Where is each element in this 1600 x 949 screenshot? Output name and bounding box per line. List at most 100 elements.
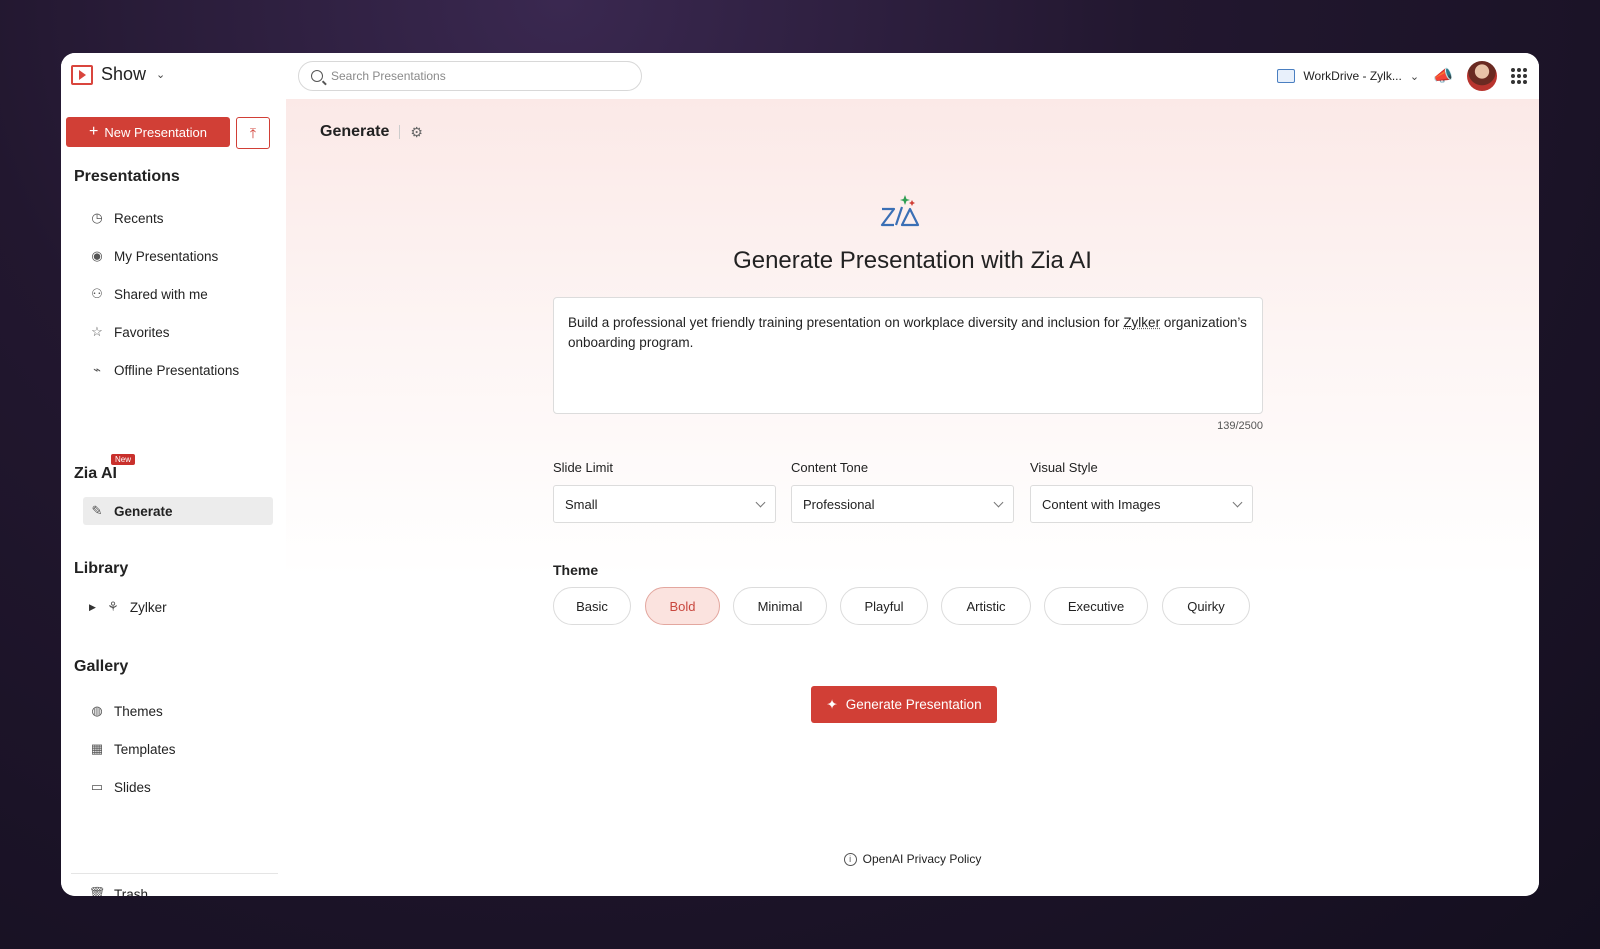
- sidebar-item-generate[interactable]: ✎ Generate: [83, 497, 273, 525]
- new-badge: New: [111, 454, 136, 465]
- sidebar-item-label: Themes: [114, 703, 163, 719]
- sidebar-item-label: Favorites: [114, 324, 170, 340]
- new-presentation-button[interactable]: + New Presentation: [66, 117, 230, 147]
- sidebar-item-templates[interactable]: ▦ Templates: [83, 735, 273, 763]
- gear-icon[interactable]: ⚙: [410, 124, 423, 141]
- chevron-down-icon: [993, 497, 1004, 507]
- show-logo-icon: [71, 64, 93, 85]
- privacy-link-label: OpenAI Privacy Policy: [862, 852, 982, 866]
- workdrive-label: WorkDrive - Zylk...: [1303, 69, 1402, 83]
- sidebar-item-label: Templates: [114, 741, 176, 757]
- chevron-down-icon: ⌄: [156, 69, 166, 81]
- sidebar-item-label: Zylker: [129, 599, 167, 615]
- section-title-gallery: Gallery: [74, 658, 129, 675]
- visual-style-select[interactable]: Content with Images: [1030, 485, 1253, 523]
- plus-icon: +: [89, 123, 99, 140]
- app-switcher[interactable]: Show ⌄: [71, 64, 165, 85]
- sidebar-item-favorites[interactable]: ☆ Favorites: [83, 318, 273, 346]
- workdrive-switcher[interactable]: WorkDrive - Zylk... ⌄: [1277, 69, 1419, 83]
- sidebar-item-label: My Presentations: [114, 248, 219, 264]
- prompt-text: Build a professional yet friendly traini…: [568, 315, 1124, 330]
- upload-icon: ⤒: [249, 124, 257, 141]
- prompt-spellcheck-word: Zylker: [1123, 315, 1161, 330]
- character-counter: 139/2500: [1217, 420, 1263, 432]
- theme-chip-quirky[interactable]: Quirky: [1162, 587, 1250, 625]
- sidebar-item-label: Offline Presentations: [114, 362, 240, 378]
- sidebar-item-trash[interactable]: 🗑 Trash: [83, 880, 273, 896]
- sparkle-icon: ✦: [826, 696, 838, 712]
- generate-presentation-label: Generate Presentation: [845, 697, 982, 712]
- new-presentation-label: New Presentation: [104, 124, 207, 140]
- main-content: Generate ⚙ Generate Presentation with Zi…: [286, 99, 1539, 896]
- section-title-zia-ai: Zia AI: [74, 465, 117, 482]
- workdrive-icon: [1277, 69, 1296, 83]
- avatar[interactable]: [1467, 61, 1497, 91]
- sidebar-divider: [71, 873, 278, 874]
- zia-logo-icon: [880, 195, 920, 227]
- sidebar-item-offline-presentations[interactable]: ⌁ Offline Presentations: [83, 356, 273, 384]
- sidebar-item-label: Trash: [114, 886, 149, 897]
- clock-icon: ◷: [91, 210, 103, 225]
- breadcrumb-separator: [399, 125, 401, 139]
- top-right-actions: WorkDrive - Zylk... ⌄ 📣: [1277, 61, 1527, 91]
- sidebar-item-label: Slides: [114, 779, 151, 795]
- generate-presentation-button[interactable]: ✦ Generate Presentation: [811, 686, 997, 723]
- chevron-down-icon: [755, 497, 766, 507]
- content-tone-value: Professional: [803, 496, 875, 512]
- content-tone-select[interactable]: Professional: [791, 485, 1014, 523]
- slide-limit-select[interactable]: Small: [553, 485, 776, 523]
- search-bar[interactable]: [298, 61, 642, 91]
- theme-chip-artistic[interactable]: Artistic: [941, 587, 1031, 625]
- sidebar: + New Presentation ⤒ Presentations ◷ Rec…: [61, 99, 286, 896]
- page-heading: Generate Presentation with Zia AI: [733, 247, 1092, 274]
- sidebar-item-themes[interactable]: ◍ Themes: [83, 697, 273, 725]
- sidebar-item-recents[interactable]: ◷ Recents: [83, 204, 273, 232]
- organization-icon: ⚘: [107, 599, 119, 614]
- theme-label: Theme: [553, 562, 599, 578]
- user-circle-icon: ◉: [91, 248, 103, 263]
- breadcrumb: Generate ⚙: [320, 123, 423, 141]
- theme-chip-bold[interactable]: Bold: [645, 587, 720, 625]
- theme-chip-playful[interactable]: Playful: [840, 587, 928, 625]
- app-grid-icon[interactable]: [1511, 68, 1527, 84]
- zia-generate-icon: ✎: [91, 503, 103, 518]
- info-icon: i: [843, 852, 857, 866]
- chevron-down-icon: [1232, 497, 1243, 507]
- trash-icon: 🗑: [88, 886, 106, 896]
- sidebar-item-slides[interactable]: ▭ Slides: [83, 773, 273, 801]
- app-name: Show: [101, 64, 147, 84]
- sidebar-item-label: Shared with me: [114, 286, 208, 302]
- search-input[interactable]: [331, 69, 611, 83]
- prompt-textarea[interactable]: Build a professional yet friendly traini…: [553, 297, 1263, 414]
- openai-privacy-link[interactable]: i OpenAI Privacy Policy: [286, 852, 1539, 866]
- sidebar-item-shared-with-me[interactable]: ⚇ Shared with me: [83, 280, 273, 308]
- sidebar-item-label: Recents: [114, 210, 164, 226]
- star-icon: ☆: [91, 324, 103, 339]
- slide-limit-value: Small: [565, 496, 598, 512]
- visual-style-label: Visual Style: [1030, 460, 1098, 475]
- page-title: Generate: [320, 123, 390, 140]
- announcement-icon[interactable]: 📣: [1433, 66, 1453, 86]
- offline-icon: ⌁: [93, 362, 101, 377]
- top-bar: Show ⌄ WorkDrive - Zylk... ⌄ 📣: [61, 53, 1539, 99]
- theme-chip-executive[interactable]: Executive: [1044, 587, 1148, 625]
- visual-style-value: Content with Images: [1042, 496, 1161, 512]
- slides-icon: ▭: [90, 779, 104, 794]
- section-title-library: Library: [74, 560, 129, 577]
- templates-icon: ▦: [90, 741, 104, 756]
- section-title-presentations: Presentations: [74, 168, 180, 185]
- theme-chip-minimal[interactable]: Minimal: [733, 587, 827, 625]
- users-icon: ⚇: [91, 286, 103, 301]
- slide-limit-label: Slide Limit: [553, 460, 613, 475]
- app-window: Show ⌄ WorkDrive - Zylk... ⌄ 📣 + New Pre…: [61, 53, 1539, 896]
- caret-right-icon: ▶: [89, 601, 96, 612]
- content-tone-label: Content Tone: [791, 460, 869, 475]
- palette-icon: ◍: [91, 703, 103, 718]
- theme-chip-basic[interactable]: Basic: [553, 587, 631, 625]
- search-icon: [311, 70, 323, 82]
- chevron-down-icon: ⌄: [1409, 70, 1420, 83]
- sidebar-item-my-presentations[interactable]: ◉ My Presentations: [83, 242, 273, 270]
- sidebar-item-zylker[interactable]: ▶ ⚘ Zylker: [83, 593, 273, 621]
- upload-button[interactable]: ⤒: [236, 117, 270, 149]
- sidebar-item-label: Generate: [114, 503, 173, 519]
